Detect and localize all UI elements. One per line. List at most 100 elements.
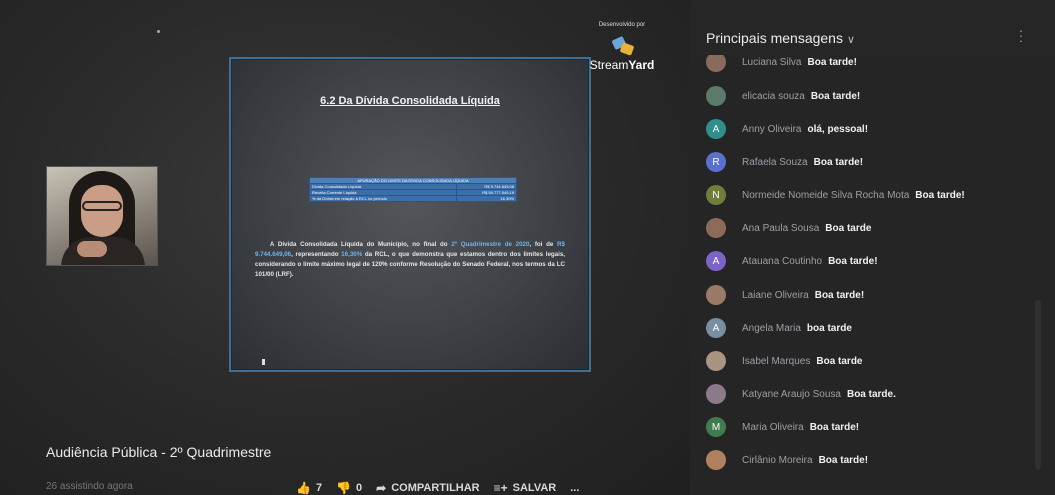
more-button[interactable]: ... — [570, 482, 579, 494]
chat-header: Principais mensagens ∨ · · · — [690, 0, 1055, 62]
chat-text: Boa tarde! — [807, 56, 857, 68]
chat-author: Normeide Nomeide Silva Rocha Mota — [742, 189, 910, 201]
chat-message: M Maria Oliveira Boa tarde! — [706, 416, 859, 438]
chat-message: Cirlânio Moreira Boa tarde! — [706, 449, 868, 471]
slide-title: 6.2 Da Dívida Consolidada Líquida — [320, 95, 500, 107]
avatar[interactable]: A — [706, 318, 726, 338]
chat-text: Boa tarde! — [818, 454, 869, 466]
avatar[interactable]: A — [706, 251, 726, 271]
viewer-count: 26 assistindo agora — [46, 481, 133, 492]
avatar[interactable]: N — [706, 185, 726, 205]
chat-message: R Rafaela Souza Boa tarde! — [706, 151, 863, 173]
chat-text: Boa tarde! — [828, 255, 878, 267]
chat-text: Boa tarde — [816, 355, 863, 367]
avatar[interactable] — [706, 86, 726, 106]
video-actions: 👍 7 👎 0 ➦ COMPARTILHAR ≡+ SALVAR ... — [296, 481, 579, 495]
slide-text-part: , representando — [291, 251, 342, 258]
avatar[interactable] — [706, 218, 726, 238]
like-button[interactable]: 👍 7 — [296, 481, 322, 495]
chat-author: Rafaela Souza — [742, 156, 808, 168]
live-chat-panel: Principais mensagens ∨ · · · Luciana Silva … — [690, 0, 1055, 495]
avatar[interactable] — [706, 285, 726, 305]
thumbs-up-icon: 👍 — [296, 481, 311, 495]
chat-author: Angela Maria — [742, 322, 801, 334]
thumbs-down-icon: 👎 — [336, 481, 352, 495]
more-vert-icon[interactable]: · · · — [1017, 24, 1025, 47]
streamyard-mark-icon — [609, 34, 635, 56]
chat-message: N Normeide Nomeide Silva Rocha Mota Boa … — [706, 184, 965, 206]
chat-text: boa tarde — [806, 322, 852, 334]
chat-text: Boa tarde! — [814, 289, 865, 301]
chat-author: Isabel Marques — [742, 355, 811, 367]
chat-message: A Anny Oliveira olá, pessoal! — [706, 118, 868, 140]
avatar[interactable]: M — [706, 417, 726, 437]
slide-text-highlight: 2º Quadrimestre de 2020 — [451, 241, 530, 248]
presenter-face — [81, 185, 123, 237]
chat-author: Atauana Coutinho — [742, 255, 823, 267]
avatar[interactable] — [706, 55, 726, 72]
save-label: SALVAR — [512, 482, 557, 494]
chat-author: Maria Oliveira — [742, 421, 804, 433]
chat-message: Luciana Silva Boa tarde! — [706, 55, 857, 73]
avatar[interactable] — [706, 384, 726, 404]
save-button[interactable]: ≡+ SALVAR — [494, 481, 557, 495]
wordmark-bold: Yard — [628, 58, 655, 72]
dislike-count: 0 — [356, 482, 363, 494]
avatar[interactable]: R — [706, 152, 726, 172]
chat-scrollbar[interactable] — [1035, 300, 1041, 470]
chat-author: Cirlânio Moreira — [742, 454, 813, 466]
avatar[interactable]: A — [706, 119, 726, 139]
chat-message: A Atauana Coutinho Boa tarde! — [706, 250, 878, 272]
slide-table-value: 16,30% — [456, 195, 517, 202]
streamyard-wordmark: StreamYard — [583, 58, 661, 72]
slide-table: APURAÇÃO DO LIMITE DA DÍVIDA CONSOLIDADA… — [309, 177, 517, 202]
slide-text-part: A Dívida Consolidada Líquida do Municípi… — [269, 241, 452, 248]
streamyard-logo: Desenvolvido por StreamYard — [583, 22, 661, 82]
chat-message: elicacia souza Boa tarde! — [706, 85, 860, 107]
chat-message-list[interactable]: Luciana Silva Boa tarde! elicacia souza … — [690, 55, 1055, 495]
chat-author: Ana Paula Sousa — [742, 222, 820, 234]
chat-message: Katyane Araujo Sousa Boa tarde. — [706, 383, 896, 405]
chat-text: Boa tarde! — [810, 90, 861, 102]
share-button[interactable]: ➦ COMPARTILHAR — [376, 481, 479, 495]
wordmark-light: Stream — [589, 58, 629, 72]
livestream-screen: 6.2 Da Dívida Consolidada Líquida APURAÇ… — [0, 0, 1055, 495]
slide-text-highlight: 16,30% — [341, 251, 363, 258]
playlist-add-icon: ≡+ — [493, 481, 508, 495]
chat-text: Boa tarde — [825, 222, 872, 234]
video-title: Audiência Pública - 2º Quadrimestre — [46, 444, 272, 460]
slide-text-part: , foi de — [529, 241, 558, 248]
chat-author: Luciana Silva — [742, 56, 802, 68]
chat-author: Katyane Araujo Sousa — [742, 388, 841, 400]
chat-author: Laiane Oliveira — [742, 289, 809, 301]
dislike-button[interactable]: 👎 0 — [336, 481, 362, 495]
presenter-webcam — [46, 166, 158, 266]
chat-author: Anny Oliveira — [742, 123, 802, 135]
slide-table-row: % da Dívida em relação à RCL no período … — [309, 195, 517, 202]
more-icon: ... — [570, 482, 580, 494]
avatar[interactable] — [706, 450, 726, 470]
presenter-glasses — [82, 201, 122, 211]
chat-filter-dropdown[interactable]: Principais mensagens ∨ — [706, 30, 855, 46]
chat-message: Laiane Oliveira Boa tarde! — [706, 284, 864, 306]
chevron-down-icon: ∨ — [846, 34, 856, 46]
chat-text: olá, pessoal! — [807, 123, 869, 135]
slide-table-label: % da Dívida em relação à RCL no período — [309, 195, 457, 202]
chat-message: A Angela Maria boa tarde — [706, 317, 852, 339]
chat-author: elicacia souza — [742, 90, 805, 102]
video-dot — [157, 30, 160, 33]
chat-text: Boa tarde! — [813, 156, 864, 168]
chat-text: Boa tarde. — [846, 388, 896, 400]
chat-text: Boa tarde! — [809, 421, 860, 433]
share-label: COMPARTILHAR — [391, 482, 480, 494]
share-icon: ➦ — [376, 481, 387, 495]
chat-message: Isabel Marques Boa tarde — [706, 350, 863, 372]
video-player[interactable]: 6.2 Da Dívida Consolidada Líquida APURAÇ… — [0, 0, 690, 495]
chat-title: Principais mensagens — [706, 30, 843, 46]
avatar[interactable] — [706, 351, 726, 371]
cursor-icon — [262, 359, 265, 365]
chat-text: Boa tarde! — [915, 189, 965, 201]
chat-message: Ana Paula Sousa Boa tarde — [706, 217, 871, 239]
developed-by-label: Desenvolvido por — [598, 22, 646, 28]
like-count: 7 — [315, 482, 323, 494]
